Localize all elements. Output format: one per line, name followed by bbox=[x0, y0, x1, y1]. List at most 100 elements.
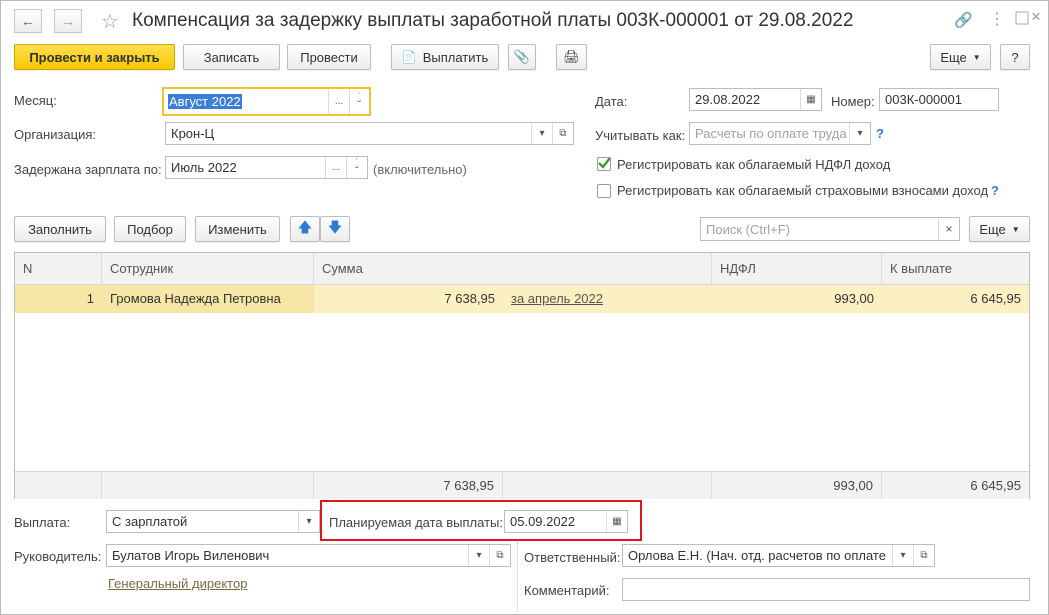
insurance-checkbox[interactable] bbox=[597, 184, 611, 198]
payout-field[interactable]: С зарплатой ▾ bbox=[106, 510, 320, 533]
save-button[interactable]: Записать bbox=[183, 44, 280, 70]
row-period-link[interactable]: за апрель 2022 bbox=[503, 285, 712, 313]
spinner-button[interactable]: ˙ ˘ bbox=[346, 157, 367, 178]
organization-value: Крон-Ц bbox=[171, 126, 215, 141]
star-icon[interactable]: ☆ bbox=[101, 9, 119, 34]
month-value: Август 2022 bbox=[168, 94, 242, 109]
more-button[interactable]: Еще ▼ bbox=[930, 44, 991, 70]
organization-field[interactable]: Крон-Ц ▾ ⧉ bbox=[165, 122, 574, 145]
footer-cell bbox=[503, 471, 712, 499]
account-placeholder: Расчеты по оплате труда bbox=[695, 126, 847, 141]
open-button[interactable]: ⧉ bbox=[552, 123, 573, 144]
chevron-down-icon: ▼ bbox=[1011, 224, 1020, 234]
planned-date-value: 05.09.2022 bbox=[510, 514, 576, 529]
date-field[interactable]: 29.08.2022 ▦ bbox=[689, 88, 822, 111]
fill-button[interactable]: Заполнить bbox=[14, 216, 106, 242]
dropdown-button[interactable]: ▾ bbox=[849, 123, 870, 144]
help-button[interactable]: ? bbox=[1000, 44, 1030, 70]
table-more-button[interactable]: Еще ▼ bbox=[969, 216, 1030, 242]
month-field[interactable]: Август 2022 ... ˙ ˘ bbox=[162, 87, 371, 116]
divider bbox=[517, 542, 518, 612]
head-label: Руководитель: bbox=[14, 549, 102, 564]
delayed-note: (включительно) bbox=[373, 162, 467, 177]
responsible-field[interactable]: Орлова Е.Н. (Нач. отд. расчетов по оплат… bbox=[622, 544, 935, 567]
column-header[interactable]: К выплате bbox=[882, 253, 1029, 285]
spinner-button[interactable]: ˙ ˘ bbox=[349, 89, 369, 114]
column-header[interactable]: Сумма bbox=[314, 253, 712, 285]
dropdown-button[interactable]: ▾ bbox=[531, 123, 552, 144]
payout-value: С зарплатой bbox=[112, 514, 188, 529]
responsible-value: Орлова Е.Н. (Нач. отд. расчетов по оплат… bbox=[628, 548, 886, 563]
planned-date-field[interactable]: 05.09.2022 ▦ bbox=[504, 510, 628, 533]
open-button[interactable]: ⧉ bbox=[489, 545, 510, 566]
post-button[interactable]: Провести bbox=[287, 44, 371, 70]
printer-icon: 🖨 bbox=[563, 49, 580, 64]
dropdown-button[interactable]: ▾ bbox=[892, 545, 913, 566]
comment-input[interactable] bbox=[622, 578, 1030, 601]
close-icon[interactable]: × bbox=[1031, 7, 1041, 27]
row-pay: 6 645,95 bbox=[970, 291, 1021, 306]
head-field[interactable]: Булатов Игорь Виленович ▾ ⧉ bbox=[106, 544, 511, 567]
date-label: Дата: bbox=[595, 94, 628, 109]
month-label: Месяц: bbox=[14, 93, 57, 108]
document-window: ← → ☆ Компенсация за задержку выплаты за… bbox=[0, 0, 1049, 615]
help-question-icon[interactable]: ? bbox=[991, 183, 999, 198]
page-title: Компенсация за задержку выплаты заработн… bbox=[132, 10, 854, 31]
row-employee: Громова Надежда Петровна bbox=[102, 285, 314, 313]
link-icon[interactable]: 🔗 bbox=[954, 11, 973, 29]
menu-dots-icon[interactable]: ⋮ bbox=[989, 9, 1005, 29]
calendar-icon[interactable]: ▦ bbox=[800, 89, 821, 110]
window-restore-icon[interactable] bbox=[1015, 11, 1029, 25]
search-input[interactable]: Поиск (Ctrl+F) × bbox=[700, 217, 960, 241]
table-more-label: Еще bbox=[979, 221, 1006, 237]
ndfl-checkbox-label: Регистрировать как облагаемый НДФЛ доход bbox=[617, 157, 891, 172]
calendar-icon[interactable]: ▦ bbox=[606, 511, 627, 532]
ndfl-checkbox[interactable] bbox=[597, 157, 611, 171]
print-button[interactable]: 🖨 bbox=[556, 44, 587, 70]
pay-button[interactable]: 📄 Выплатить bbox=[391, 44, 499, 70]
row-sum: 7 638,95 bbox=[444, 291, 495, 306]
forward-button[interactable]: → bbox=[54, 9, 82, 33]
dropdown-button[interactable]: ▾ bbox=[298, 511, 319, 532]
arrow-up-icon: 🡅 bbox=[297, 219, 313, 235]
column-header[interactable]: Сотрудник bbox=[102, 253, 314, 285]
planned-date-label: Планируемая дата выплаты: bbox=[329, 515, 503, 530]
head-position-link[interactable]: Генеральный директор bbox=[108, 576, 247, 591]
total-pay: 6 645,95 bbox=[882, 471, 1029, 499]
total-ndfl: 993,00 bbox=[712, 471, 882, 499]
footer-cell bbox=[15, 471, 102, 499]
payout-label: Выплата: bbox=[14, 515, 71, 530]
ellipsis-button[interactable]: ... bbox=[328, 89, 349, 114]
change-button[interactable]: Изменить bbox=[195, 216, 280, 242]
number-value: 003К-000001 bbox=[885, 92, 962, 107]
responsible-label: Ответственный: bbox=[524, 550, 621, 565]
column-header[interactable]: N bbox=[15, 253, 102, 285]
help-question-icon[interactable]: ? bbox=[876, 126, 884, 141]
number-field[interactable]: 003К-000001 bbox=[879, 88, 999, 111]
move-up-button[interactable]: 🡅 bbox=[290, 216, 320, 242]
post-and-close-button[interactable]: Провести и закрыть bbox=[14, 44, 175, 70]
account-label: Учитывать как: bbox=[595, 128, 686, 143]
arrow-down-icon: 🡇 bbox=[327, 219, 343, 235]
search-placeholder: Поиск (Ctrl+F) bbox=[706, 221, 791, 237]
delayed-field[interactable]: Июль 2022 ... ˙ ˘ bbox=[165, 156, 368, 179]
column-header[interactable]: НДФЛ bbox=[712, 253, 882, 285]
pick-button[interactable]: Подбор bbox=[114, 216, 186, 242]
move-down-button[interactable]: 🡇 bbox=[320, 216, 350, 242]
comment-label: Комментарий: bbox=[524, 583, 610, 598]
employees-table: N Сотрудник Сумма НДФЛ К выплате 1 Громо… bbox=[14, 252, 1030, 499]
arrow-left-icon: ← bbox=[21, 13, 35, 29]
account-field[interactable]: Расчеты по оплате труда ▾ bbox=[689, 122, 871, 145]
dropdown-button[interactable]: ▾ bbox=[468, 545, 489, 566]
row-number: 1 bbox=[15, 285, 102, 313]
attach-button[interactable]: 📎 bbox=[508, 44, 536, 70]
footer-cell bbox=[102, 471, 314, 499]
head-value: Булатов Игорь Виленович bbox=[112, 548, 270, 563]
delayed-value: Июль 2022 bbox=[171, 160, 237, 175]
insurance-checkbox-label: Регистрировать как облагаемый страховыми… bbox=[617, 183, 989, 198]
back-button[interactable]: ← bbox=[14, 9, 42, 33]
clear-search-icon[interactable]: × bbox=[938, 218, 959, 240]
ellipsis-button[interactable]: ... bbox=[325, 157, 346, 178]
paperclip-icon: 📎 bbox=[513, 49, 531, 64]
open-button[interactable]: ⧉ bbox=[913, 545, 934, 566]
